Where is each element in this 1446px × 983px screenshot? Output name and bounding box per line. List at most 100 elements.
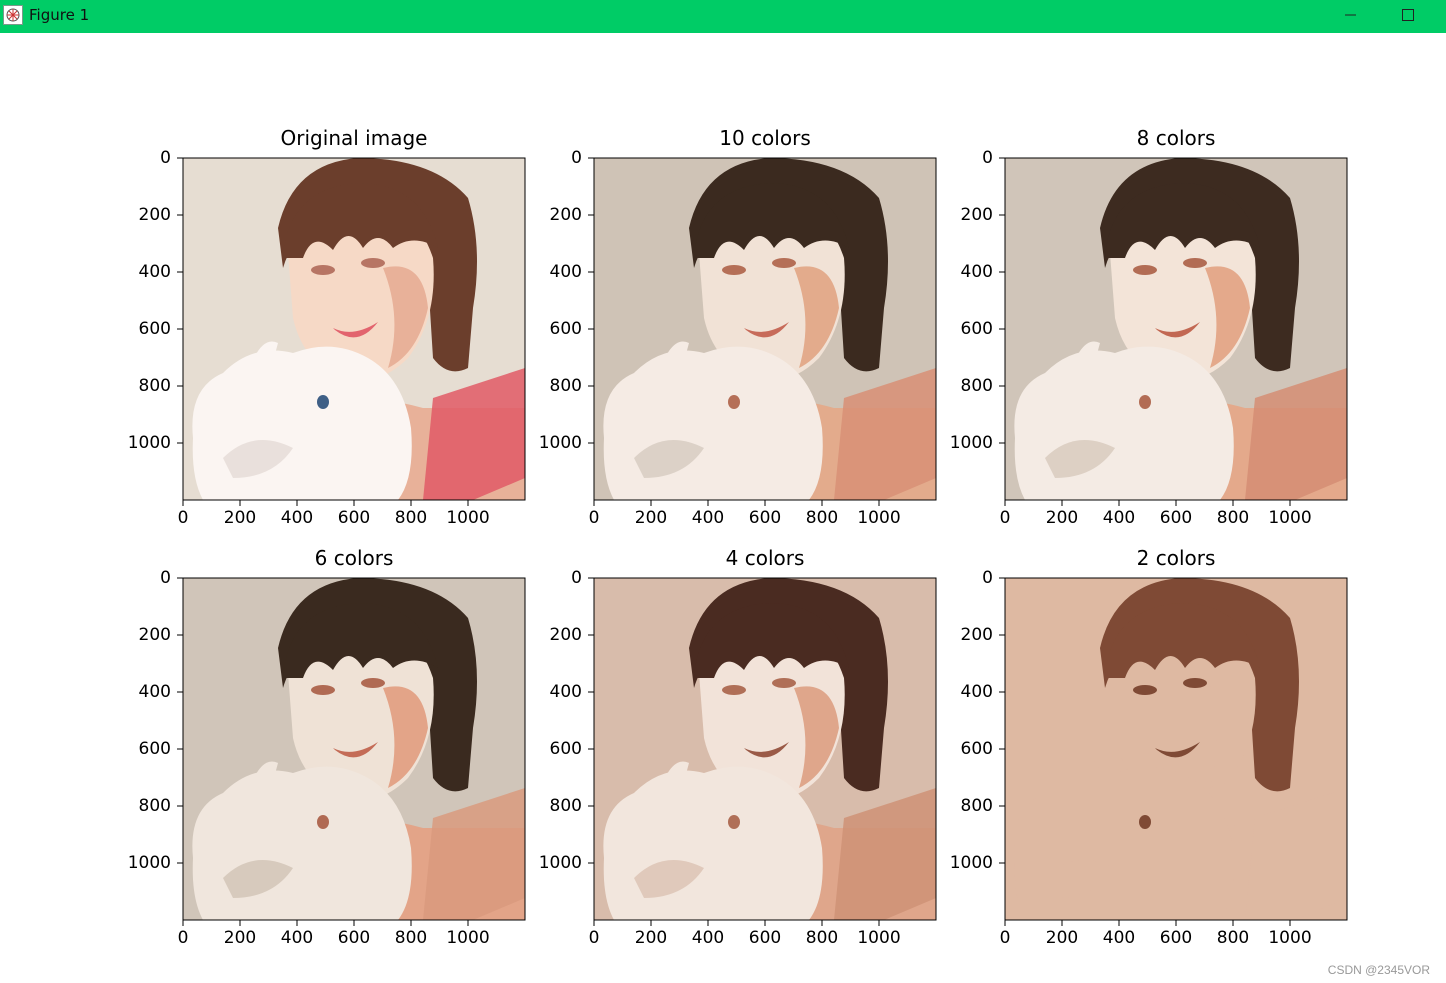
x-tick-label: 1000 xyxy=(857,508,901,528)
axes-title: 4 colors xyxy=(725,546,805,570)
y-tick-label: 0 xyxy=(571,148,582,168)
y-tick-label: 0 xyxy=(571,568,582,588)
y-tick-label: 0 xyxy=(160,568,171,588)
y-tick-label: 800 xyxy=(960,796,993,816)
minimize-button[interactable] xyxy=(1321,0,1379,33)
y-tick-label: 400 xyxy=(960,262,993,282)
y-tick-label: 800 xyxy=(549,376,582,396)
image-axes xyxy=(588,577,937,926)
x-tick-label: 400 xyxy=(1102,508,1136,528)
rabbit-eye xyxy=(317,815,329,829)
image-axes xyxy=(999,577,1348,926)
axes-image xyxy=(594,578,936,920)
matplotlib-figure-icon xyxy=(3,5,23,25)
y-tick-label: 200 xyxy=(549,205,582,225)
x-tick-label: 600 xyxy=(748,508,782,528)
x-tick-label: 800 xyxy=(394,928,428,948)
window-titlebar[interactable]: Figure 1 xyxy=(0,0,1446,33)
axes-title: Original image xyxy=(280,126,428,150)
y-tick-label: 800 xyxy=(549,796,582,816)
x-tick-label: 200 xyxy=(1045,928,1079,948)
close-button[interactable] xyxy=(1437,0,1446,33)
x-tick-label: 1000 xyxy=(446,928,490,948)
y-tick-label: 400 xyxy=(138,682,171,702)
y-tick-label: 800 xyxy=(138,376,171,396)
x-tick-label: 200 xyxy=(223,508,257,528)
y-tick-label: 0 xyxy=(982,568,993,588)
axes-title: 8 colors xyxy=(1136,126,1216,150)
x-tick-label: 400 xyxy=(280,508,314,528)
rabbit-eye xyxy=(317,395,329,409)
x-tick-label: 600 xyxy=(1159,928,1193,948)
y-tick-label: 1000 xyxy=(127,433,171,453)
y-tick-label: 800 xyxy=(960,376,993,396)
x-tick-label: 1000 xyxy=(857,928,901,948)
left-eye xyxy=(311,265,335,275)
axes-title: 10 colors xyxy=(719,126,811,150)
y-tick-label: 200 xyxy=(960,205,993,225)
y-tick-label: 1000 xyxy=(949,433,993,453)
x-tick-label: 800 xyxy=(1216,928,1250,948)
x-tick-label: 800 xyxy=(805,508,839,528)
y-tick-label: 600 xyxy=(138,319,171,339)
x-tick-label: 200 xyxy=(634,928,668,948)
image-axes xyxy=(177,157,526,506)
x-tick-label: 0 xyxy=(177,508,189,528)
x-tick-label: 0 xyxy=(588,508,600,528)
x-tick-label: 200 xyxy=(223,928,257,948)
watermark-text: CSDN @2345VOR xyxy=(1327,963,1430,977)
x-tick-label: 400 xyxy=(691,508,725,528)
x-tick-label: 200 xyxy=(1045,508,1079,528)
x-tick-label: 600 xyxy=(1159,508,1193,528)
rabbit-eye xyxy=(1139,395,1151,409)
x-tick-label: 1000 xyxy=(1268,508,1312,528)
y-tick-label: 400 xyxy=(549,682,582,702)
x-tick-label: 0 xyxy=(999,508,1011,528)
y-tick-label: 800 xyxy=(138,796,171,816)
axes-image xyxy=(594,158,936,500)
x-tick-label: 0 xyxy=(588,928,600,948)
left-eye xyxy=(311,685,335,695)
right-eye xyxy=(361,258,385,268)
x-tick-label: 600 xyxy=(337,508,371,528)
y-tick-label: 1000 xyxy=(538,433,582,453)
right-eye xyxy=(1183,678,1207,688)
y-tick-label: 400 xyxy=(138,262,171,282)
y-tick-label: 600 xyxy=(960,319,993,339)
y-tick-label: 200 xyxy=(960,625,993,645)
y-tick-label: 200 xyxy=(138,205,171,225)
image-axes xyxy=(999,157,1348,506)
x-tick-label: 200 xyxy=(634,508,668,528)
y-tick-label: 600 xyxy=(549,739,582,759)
x-tick-label: 400 xyxy=(691,928,725,948)
x-tick-label: 400 xyxy=(280,928,314,948)
axes-image xyxy=(1005,578,1347,920)
rabbit-eye xyxy=(728,395,740,409)
minimize-icon xyxy=(1345,14,1356,16)
axes-image xyxy=(1005,158,1347,500)
maximize-button[interactable] xyxy=(1379,0,1437,33)
image-axes xyxy=(588,157,937,506)
x-tick-label: 800 xyxy=(805,928,839,948)
rabbit-eye xyxy=(728,815,740,829)
right-eye xyxy=(1183,258,1207,268)
image-axes xyxy=(177,577,526,926)
y-tick-label: 0 xyxy=(160,148,171,168)
rabbit-eye xyxy=(1139,815,1151,829)
y-tick-label: 1000 xyxy=(949,853,993,873)
axes-image xyxy=(183,578,525,920)
axes-title: 2 colors xyxy=(1136,546,1216,570)
x-tick-label: 800 xyxy=(1216,508,1250,528)
y-tick-label: 600 xyxy=(960,739,993,759)
x-tick-label: 600 xyxy=(748,928,782,948)
left-eye xyxy=(1133,265,1157,275)
x-tick-label: 600 xyxy=(337,928,371,948)
y-tick-label: 600 xyxy=(138,739,171,759)
left-eye xyxy=(1133,685,1157,695)
window-title: Figure 1 xyxy=(29,6,90,24)
y-tick-label: 400 xyxy=(549,262,582,282)
x-tick-label: 0 xyxy=(999,928,1011,948)
right-eye xyxy=(361,678,385,688)
x-tick-label: 0 xyxy=(177,928,189,948)
axes-title: 6 colors xyxy=(314,546,394,570)
